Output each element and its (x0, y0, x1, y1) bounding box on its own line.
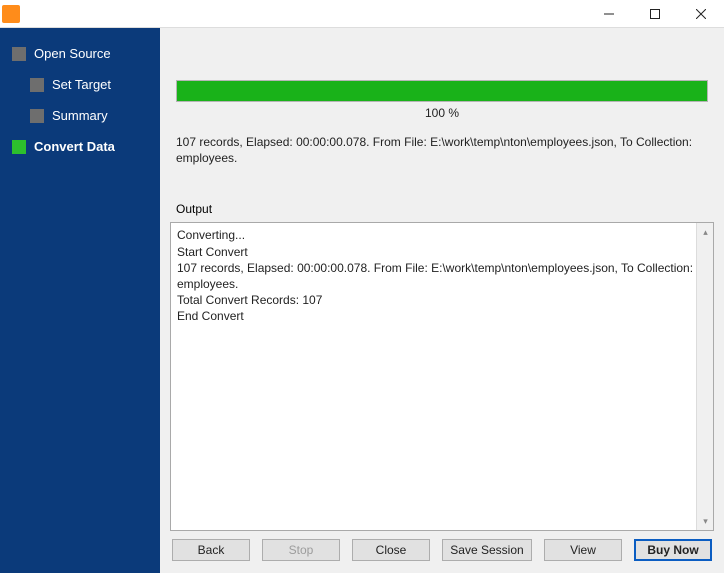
scroll-up-icon[interactable]: ▴ (697, 223, 714, 240)
output-textarea[interactable]: Converting... Start Convert 107 records,… (170, 222, 714, 531)
step-icon (30, 109, 44, 123)
close-button[interactable]: Close (352, 539, 430, 561)
window-controls (586, 0, 724, 28)
output-line: 107 records, Elapsed: 00:00:00.078. From… (177, 260, 707, 292)
progress-bar (176, 80, 708, 102)
sidebar-item-open-source[interactable]: Open Source (8, 40, 160, 67)
button-row: Back Stop Close Save Session View Buy No… (170, 531, 714, 565)
output-line: End Convert (177, 308, 707, 324)
scroll-down-icon[interactable]: ▾ (697, 513, 714, 530)
sidebar-item-set-target[interactable]: Set Target (8, 71, 160, 98)
output-line: Start Convert (177, 244, 707, 260)
app-icon (2, 5, 20, 23)
step-icon (30, 78, 44, 92)
output-line: Converting... (177, 227, 707, 243)
sidebar-item-convert-data[interactable]: Convert Data (8, 133, 160, 160)
maximize-button[interactable] (632, 0, 678, 28)
step-icon (12, 140, 26, 154)
back-button[interactable]: Back (172, 539, 250, 561)
stop-button: Stop (262, 539, 340, 561)
sidebar-item-label: Open Source (34, 46, 111, 61)
titlebar (0, 0, 724, 28)
sidebar: Open Source Set Target Summary Convert D… (0, 28, 160, 573)
scrollbar[interactable]: ▴ ▾ (696, 223, 713, 530)
sidebar-item-summary[interactable]: Summary (8, 102, 160, 129)
progress-percent-label: 100 % (176, 106, 708, 120)
close-window-button[interactable] (678, 0, 724, 28)
save-session-button[interactable]: Save Session (442, 539, 532, 561)
view-button[interactable]: View (544, 539, 622, 561)
status-line: 107 records, Elapsed: 00:00:00.078. From… (176, 134, 708, 166)
buy-now-button[interactable]: Buy Now (634, 539, 712, 561)
output-line: Total Convert Records: 107 (177, 292, 707, 308)
sidebar-item-label: Convert Data (34, 139, 115, 154)
output-label: Output (176, 202, 708, 216)
sidebar-item-label: Set Target (52, 77, 111, 92)
minimize-button[interactable] (586, 0, 632, 28)
progress-fill (177, 81, 707, 101)
step-icon (12, 47, 26, 61)
sidebar-item-label: Summary (52, 108, 108, 123)
main-panel: 100 % 107 records, Elapsed: 00:00:00.078… (160, 28, 724, 573)
